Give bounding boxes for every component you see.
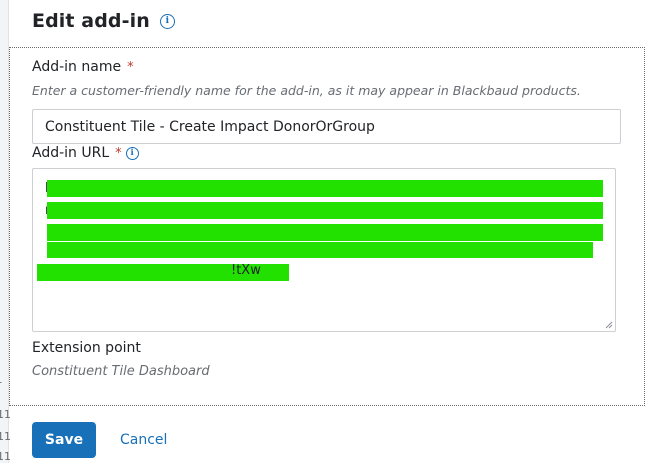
extension-point-label: Extension point xyxy=(32,340,141,356)
dialog-title: Edit add-in xyxy=(32,10,150,32)
required-asterisk: * xyxy=(115,145,122,161)
addin-url-textarea[interactable]: https://defaultbb751113118c4080a10243408… xyxy=(32,168,616,332)
info-circle-icon[interactable]: i xyxy=(159,13,175,29)
extension-point-value: Constituent Tile Dashboard xyxy=(32,364,210,379)
background-page-edge xyxy=(0,0,9,463)
background-edge-fragment: 11 xyxy=(0,450,11,463)
save-button[interactable]: Save xyxy=(32,422,96,458)
redaction-bar xyxy=(47,180,603,197)
cancel-button[interactable]: Cancel xyxy=(108,422,179,458)
background-edge-fragment: r xyxy=(0,378,2,391)
addin-name-input[interactable] xyxy=(32,109,621,144)
background-edge-fragment: 11 xyxy=(0,430,11,443)
required-asterisk: * xyxy=(127,59,134,75)
addin-name-label-text: Add-in name xyxy=(32,59,122,75)
resize-handle-icon[interactable] xyxy=(605,321,613,329)
addin-url-label-text: Add-in URL xyxy=(32,145,110,161)
redaction-bar xyxy=(47,224,603,241)
dialog-header: Edit add-in i xyxy=(32,10,175,32)
redaction-bar xyxy=(47,202,603,219)
addin-name-help-text: Enter a customer-friendly name for the a… xyxy=(32,83,581,98)
background-edge-fragment: 11 xyxy=(0,408,11,421)
addin-name-label: Add-in name * xyxy=(32,59,134,75)
redaction-bar xyxy=(47,242,593,258)
addin-url-label: Add-in URL * i xyxy=(32,145,139,161)
addin-url-visible-tail: !tXw xyxy=(231,263,261,278)
info-circle-icon[interactable]: i xyxy=(125,146,139,160)
